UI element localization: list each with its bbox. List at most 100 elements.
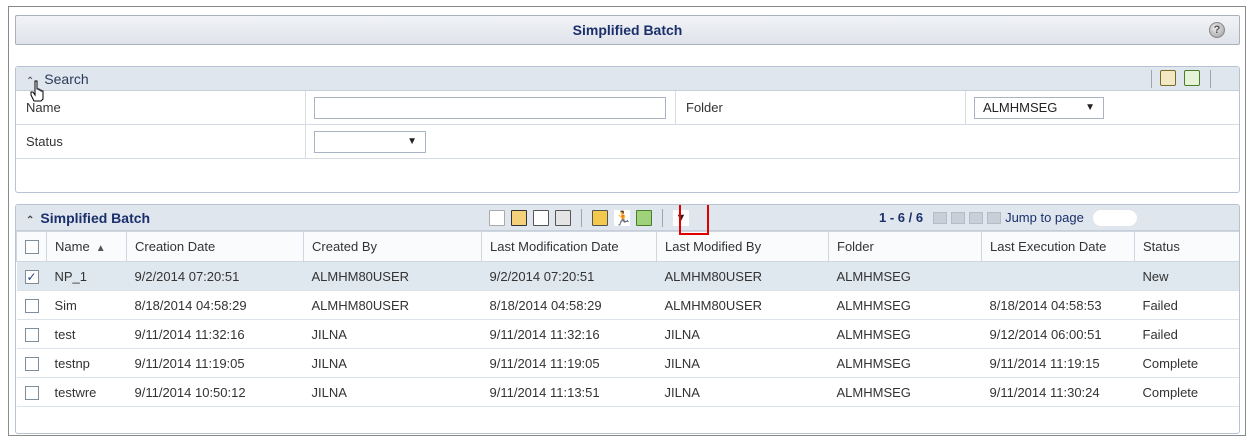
- row-checkbox[interactable]: ✓: [24, 269, 39, 284]
- column-header[interactable]: Created By: [303, 231, 482, 262]
- refresh-icon[interactable]: [636, 210, 652, 226]
- toolbar-divider: [662, 209, 663, 227]
- row-select-cell: ✓: [16, 261, 47, 291]
- next-page-icon[interactable]: [969, 212, 984, 224]
- run-highlight-box: [679, 205, 709, 235]
- cell-exec: 9/12/2014 06:00:51: [981, 319, 1135, 349]
- column-header[interactable]: Last Modified By: [656, 231, 829, 262]
- delete-icon[interactable]: [555, 210, 571, 226]
- row-checkbox[interactable]: [24, 385, 39, 400]
- status-select[interactable]: ▼: [314, 131, 426, 153]
- row-select-cell: [16, 377, 47, 407]
- collapse-icon[interactable]: ⌃: [26, 215, 34, 226]
- search-header[interactable]: ⌃ Search: [16, 67, 1239, 91]
- jump-to-page-input[interactable]: [1091, 209, 1138, 227]
- folder-label-cell: Folder: [675, 91, 965, 125]
- chevron-down-icon: ▼: [1085, 102, 1095, 113]
- previous-page-icon[interactable]: [951, 212, 966, 224]
- chevron-down-icon: ▼: [407, 136, 417, 147]
- cell-status: Failed: [1134, 290, 1239, 320]
- table-row[interactable]: test 9/11/2014 11:32:16 JILNA 9/11/2014 …: [16, 319, 1239, 349]
- row-checkbox[interactable]: [24, 356, 39, 371]
- grid-title[interactable]: ⌃ Simplified Batch: [26, 205, 150, 234]
- edit-icon[interactable]: [533, 210, 549, 226]
- column-header[interactable]: Folder: [828, 231, 982, 262]
- status-cell: ▼: [305, 125, 1241, 159]
- cell-folder: ALMHMSEG: [828, 377, 982, 407]
- run-icon[interactable]: 🏃: [614, 210, 631, 226]
- add-icon[interactable]: [489, 210, 505, 226]
- name-input[interactable]: [314, 97, 666, 119]
- row-checkbox[interactable]: [24, 327, 39, 342]
- column-header[interactable]: Last Modification Date: [481, 231, 657, 262]
- cell-created-by: JILNA: [303, 377, 482, 407]
- column-header[interactable]: Name ▲: [46, 231, 127, 262]
- row-checkbox[interactable]: [24, 298, 39, 313]
- cell-status: New: [1134, 261, 1239, 291]
- cell-modified-by: ALMHM80USER: [656, 290, 829, 320]
- cell-folder: ALMHMSEG: [828, 261, 982, 291]
- cell-exec: 8/18/2014 04:58:53: [981, 290, 1135, 320]
- cell-name: NP_1: [46, 261, 127, 291]
- toolbar-divider: [581, 209, 582, 227]
- cell-folder: ALMHMSEG: [828, 348, 982, 378]
- search-icon[interactable]: [1160, 70, 1176, 86]
- search-title: Search: [44, 71, 89, 87]
- search-row-name: Name Folder ALMHMSEG ▼: [16, 91, 1239, 125]
- cell-created: 9/11/2014 10:50:12: [126, 377, 304, 407]
- refresh-icon[interactable]: [1184, 70, 1200, 86]
- cell-created: 8/18/2014 04:58:29: [126, 290, 304, 320]
- page-title: Simplified Batch: [572, 22, 683, 38]
- search-panel: ⌃ Search Name Folder ALMHMSEG ▼ Status ▼: [15, 66, 1240, 193]
- cell-exec: 9/11/2014 11:19:15: [981, 348, 1135, 378]
- title-bar: Simplified Batch ?: [15, 15, 1240, 45]
- cell-status: Complete: [1134, 348, 1239, 378]
- save-icon[interactable]: [592, 210, 608, 226]
- folder-select[interactable]: ALMHMSEG ▼: [974, 97, 1104, 119]
- cell-created: 9/2/2014 07:20:51: [126, 261, 304, 291]
- last-page-icon[interactable]: [987, 212, 1002, 224]
- batch-grid: ⌃ Simplified Batch 🏃 ▼ 1 - 6 / 6 Jump to …: [15, 204, 1240, 434]
- folder-label: Folder: [686, 100, 723, 115]
- cell-modified-by: JILNA: [656, 377, 829, 407]
- select-all-checkbox[interactable]: [25, 240, 39, 255]
- cell-created-by: ALMHM80USER: [303, 290, 482, 320]
- search-toolbar: [1151, 70, 1211, 88]
- folder-cell: ALMHMSEG ▼: [965, 91, 1241, 125]
- row-select-cell: [16, 290, 47, 320]
- cell-folder: ALMHMSEG: [828, 290, 982, 320]
- cell-name: Sim: [46, 290, 127, 320]
- cell-modified: 9/2/2014 07:20:51: [481, 261, 657, 291]
- table-row[interactable]: testwre 9/11/2014 10:50:12 JILNA 9/11/20…: [16, 377, 1239, 407]
- table-header-row: Name ▲ Creation Date Created By Last Modi…: [16, 231, 1239, 262]
- pager-range: 1 - 6 / 6: [879, 210, 924, 225]
- help-icon[interactable]: ?: [1209, 22, 1225, 38]
- column-header[interactable]: Last Execution Date: [981, 231, 1135, 262]
- cell-modified: 9/11/2014 11:32:16: [481, 319, 657, 349]
- view-icon[interactable]: [511, 210, 527, 226]
- sort-asc-icon: ▲: [95, 243, 106, 254]
- column-header[interactable]: Status: [1134, 231, 1239, 262]
- table-row[interactable]: ✓ NP_1 9/2/2014 07:20:51 ALMHM80USER 9/2…: [16, 261, 1239, 291]
- jump-label: Jump to page: [1005, 210, 1084, 225]
- search-row-status: Status ▼: [16, 125, 1239, 159]
- table-row[interactable]: testnp 9/11/2014 11:19:05 JILNA 9/11/201…: [16, 348, 1239, 378]
- cell-modified: 8/18/2014 04:58:29: [481, 290, 657, 320]
- cell-modified: 9/11/2014 11:13:51: [481, 377, 657, 407]
- cell-name: test: [46, 319, 127, 349]
- pager: 1 - 6 / 6 Jump to page: [879, 205, 1138, 231]
- cell-created-by: JILNA: [303, 319, 482, 349]
- first-page-icon[interactable]: [933, 212, 948, 224]
- cell-created: 9/11/2014 11:19:05: [126, 348, 304, 378]
- batch-table: Name ▲ Creation Date Created By Last Modi…: [16, 231, 1239, 407]
- select-all-cell: [16, 231, 47, 262]
- cell-modified-by: JILNA: [656, 348, 829, 378]
- table-row[interactable]: Sim 8/18/2014 04:58:29 ALMHM80USER 8/18/…: [16, 290, 1239, 320]
- cell-name: testnp: [46, 348, 127, 378]
- cell-modified: 9/11/2014 11:19:05: [481, 348, 657, 378]
- column-header[interactable]: Creation Date: [126, 231, 304, 262]
- row-select-cell: [16, 319, 47, 349]
- cell-status: Failed: [1134, 319, 1239, 349]
- status-label: Status: [26, 134, 63, 149]
- cell-created-by: ALMHM80USER: [303, 261, 482, 291]
